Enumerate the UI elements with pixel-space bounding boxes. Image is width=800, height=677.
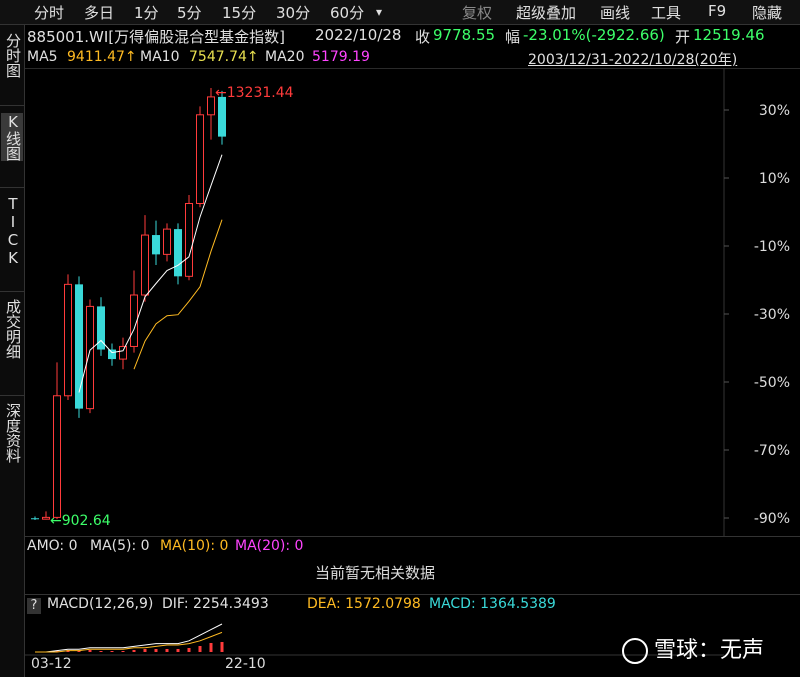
x-axis-start-label: 03-12 [31,656,72,672]
x-axis: 03-12 22-10 [25,655,725,675]
y-tick-label: -10% [754,239,790,255]
macd-title: MACD(12,26,9) [47,596,154,612]
candle-body-down [75,284,83,409]
candle-body-up [196,114,204,204]
help-icon[interactable]: ? [27,598,41,614]
macd-dif-value: DIF: 2254.3493 [162,596,269,612]
candle-body-down [218,96,226,137]
candle-body-up [185,202,193,277]
x-axis-end-label: 22-10 [225,656,266,672]
candle-body-down [108,349,116,360]
volume-indicator-bar: AMO: 0 MA(5): 0 MA(10): 0 MA(20): 0 [25,536,800,557]
amo-ma5-value: MA(5): 0 [90,538,150,554]
candle-body-up [119,345,127,360]
y-tick-label: -30% [754,307,790,323]
amo-ma10-value: MA(10): 0 [160,538,229,554]
macd-indicator-bar: ? MACD(12,26,9) DIF: 2254.3493 DEA: 1572… [25,594,800,615]
snowball-logo-icon [622,638,648,664]
y-tick-label: -90% [754,511,790,527]
candle-body-down [152,235,160,255]
amo-value: AMO: 0 [27,538,78,554]
candle-body-up [42,516,50,520]
candle-body-up [86,305,94,410]
macd-dif-line [35,623,223,653]
low-price-annotation: ←902.64 [50,513,111,529]
candle-body-up [207,96,215,116]
candle-series [31,88,226,521]
kline-chart: 30% 10% -10% -30% -50% -70% -90% ←13231.44 ←90… [31,68,790,536]
candle-body-down [31,518,39,520]
y-tick-label: 30% [759,103,790,119]
candle-body-up [64,283,72,397]
y-tick-label: -70% [754,443,790,459]
macd-dea-line [35,631,223,653]
y-tick-label: 10% [759,171,790,187]
watermark-text: 雪球：无声 [654,638,765,663]
candle-body-up [53,395,61,518]
candle-body-up [141,234,149,296]
watermark: 雪球：无声 [622,632,764,664]
candle-body-up [163,228,171,255]
high-price-annotation: ←13231.44 [215,85,294,101]
amo-ma20-value: MA(20): 0 [235,538,304,554]
macd-histogram [55,642,224,652]
macd-value: MACD: 1364.5389 [429,596,556,612]
candle-body-down [174,229,182,277]
y-tick-label: -50% [754,375,790,391]
macd-dea-value: DEA: 1572.0798 [307,596,421,612]
y-axis: 30% 10% -10% -30% -50% -70% -90% [724,103,790,527]
no-data-message: 当前暂无相关数据 [314,564,435,582]
